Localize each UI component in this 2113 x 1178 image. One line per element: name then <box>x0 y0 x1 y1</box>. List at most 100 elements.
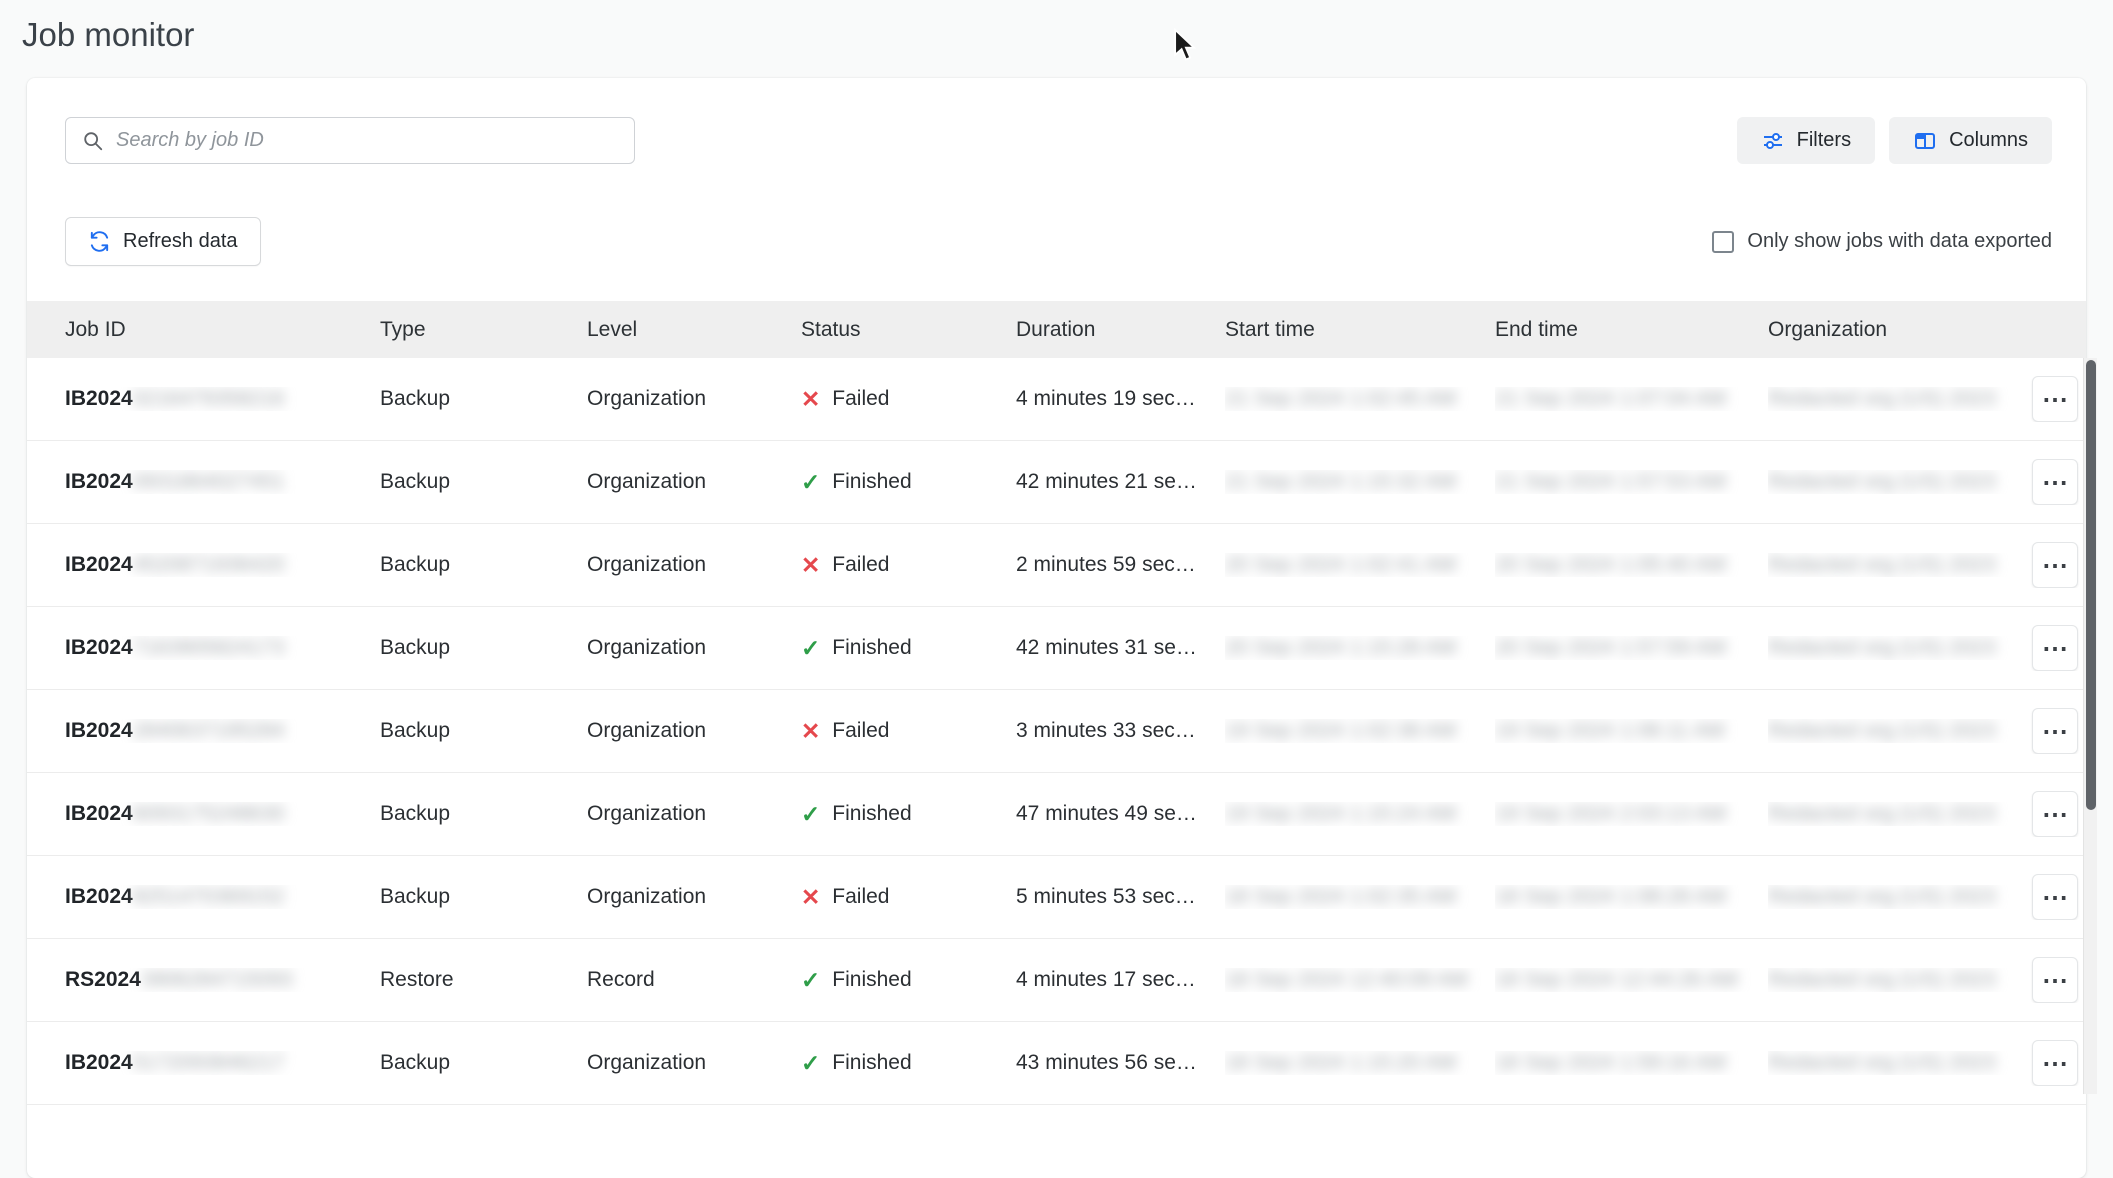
level-cell: Organization <box>587 885 801 909</box>
level-cell: Organization <box>587 719 801 743</box>
job-id-redacted: 2840637195284 <box>133 719 285 743</box>
status-label: Failed <box>832 553 889 577</box>
end-time-redacted: 19 Sep 2024 2:03:13 AM <box>1495 802 1726 826</box>
organization-cell: Redacted org (US) 2023 <box>1768 968 2030 992</box>
table-header: Job IDTypeLevelStatusDurationStart timeE… <box>27 301 2086 358</box>
start-time-redacted: 18 Sep 2024 1:02:35 AM <box>1225 885 1456 909</box>
row-actions-button[interactable]: ⋯ <box>2032 459 2078 505</box>
toolbar-row-1: Filters Columns <box>65 117 2052 164</box>
search-icon <box>82 130 104 152</box>
type-cell: Backup <box>380 1051 587 1075</box>
type-cell: Restore <box>380 968 587 992</box>
organization-cell: Redacted org (US) 2023 <box>1768 470 2030 494</box>
table-row: IB20248251470369152 Backup Organization … <box>27 856 2086 939</box>
actions-cell: ⋯ <box>2030 957 2086 1003</box>
start-time-cell: 21 Sep 2024 1:15:32 AM <box>1225 470 1495 494</box>
column-header: Type <box>380 318 587 342</box>
organization-cell: Redacted org (US) 2023 <box>1768 387 2030 411</box>
level-cell: Organization <box>587 553 801 577</box>
level-cell: Organization <box>587 802 801 826</box>
duration-cell: 4 minutes 17 sec… <box>1016 968 1225 992</box>
start-time-redacted: 19 Sep 2024 1:02:38 AM <box>1225 719 1456 743</box>
table-row: IB20246093175248630 Backup Organization … <box>27 773 2086 856</box>
job-id-redacted: 4520871936420 <box>133 553 285 577</box>
start-time-redacted: 21 Sep 2024 1:02:45 AM <box>1225 387 1456 411</box>
level-cell: Record <box>587 968 801 992</box>
actions-cell: ⋯ <box>2030 625 2086 671</box>
job-id-redacted: 6093175248630 <box>133 802 285 826</box>
organization-redacted: Redacted org (US) 2023 <box>1768 802 1996 826</box>
organization-cell: Redacted org (US) 2023 <box>1768 553 2030 577</box>
row-actions-button[interactable]: ⋯ <box>2032 874 2078 920</box>
filters-icon <box>1761 129 1785 153</box>
status-icon: ✕ <box>801 886 820 909</box>
row-actions-button[interactable]: ⋯ <box>2032 376 2078 422</box>
start-time-redacted: 20 Sep 2024 1:15:28 AM <box>1225 636 1456 660</box>
row-actions-button[interactable]: ⋯ <box>2032 542 2078 588</box>
job-id-prefix: RS2024 <box>65 968 141 991</box>
actions-cell: ⋯ <box>2030 708 2086 754</box>
filters-button-label: Filters <box>1797 129 1851 152</box>
refresh-data-button[interactable]: Refresh data <box>65 217 261 266</box>
search-input[interactable] <box>116 129 618 152</box>
column-header: Level <box>587 318 801 342</box>
level-cell: Organization <box>587 387 801 411</box>
organization-redacted: Redacted org (US) 2023 <box>1768 553 1996 577</box>
status-label: Finished <box>832 636 911 660</box>
start-time-cell: 18 Sep 2024 1:15:20 AM <box>1225 1051 1495 1075</box>
export-filter-label: Only show jobs with data exported <box>1747 230 2052 253</box>
start-time-redacted: 21 Sep 2024 1:15:32 AM <box>1225 470 1456 494</box>
table-row: IB20247163905824173 Backup Organization … <box>27 607 2086 690</box>
level-cell: Organization <box>587 1051 801 1075</box>
end-time-redacted: 18 Sep 2024 1:59:16 AM <box>1495 1051 1726 1075</box>
job-monitor-panel: Filters Columns Refresh data Only show j… <box>27 78 2086 1178</box>
row-actions-button[interactable]: ⋯ <box>2032 708 2078 754</box>
job-table: IB20240216479358216 Backup Organization … <box>27 358 2086 1105</box>
organization-redacted: Redacted org (US) 2023 <box>1768 885 1996 909</box>
job-id-redacted: 5172093846217 <box>133 1051 285 1075</box>
column-header: Job ID <box>65 318 380 342</box>
start-time-cell: 19 Sep 2024 1:02:38 AM <box>1225 719 1495 743</box>
search-box[interactable] <box>65 117 635 164</box>
status-icon: ✕ <box>801 554 820 577</box>
job-id-prefix: IB2024 <box>65 553 133 576</box>
row-actions-button[interactable]: ⋯ <box>2032 625 2078 671</box>
row-actions-button[interactable]: ⋯ <box>2032 957 2078 1003</box>
table-row: IB20240931864027451 Backup Organization … <box>27 441 2086 524</box>
status-label: Failed <box>832 885 889 909</box>
type-cell: Backup <box>380 470 587 494</box>
status-icon: ✓ <box>801 637 820 660</box>
filters-button[interactable]: Filters <box>1737 117 1875 164</box>
actions-cell: ⋯ <box>2030 376 2086 422</box>
type-cell: Backup <box>380 553 587 577</box>
type-cell: Backup <box>380 885 587 909</box>
status-cell: ✓Finished <box>801 968 1016 992</box>
row-actions-button[interactable]: ⋯ <box>2032 791 2078 837</box>
columns-button[interactable]: Columns <box>1889 117 2052 164</box>
scrollbar-thumb[interactable] <box>2086 360 2096 810</box>
end-time-redacted: 21 Sep 2024 1:57:53 AM <box>1495 470 1726 494</box>
export-filter-checkbox[interactable] <box>1712 231 1734 253</box>
start-time-cell: 20 Sep 2024 1:15:28 AM <box>1225 636 1495 660</box>
vertical-scrollbar[interactable] <box>2083 358 2097 1094</box>
actions-cell: ⋯ <box>2030 542 2086 588</box>
organization-redacted: Redacted org (US) 2023 <box>1768 387 1996 411</box>
start-time-redacted: 19 Sep 2024 1:15:24 AM <box>1225 802 1456 826</box>
job-id-prefix: IB2024 <box>65 470 133 493</box>
status-icon: ✓ <box>801 471 820 494</box>
end-time-redacted: 19 Sep 2024 1:06:11 AM <box>1495 719 1725 743</box>
status-cell: ✓Finished <box>801 1051 1016 1075</box>
job-id-prefix: IB2024 <box>65 802 133 825</box>
job-id-prefix: IB2024 <box>65 1051 133 1074</box>
status-label: Failed <box>832 387 889 411</box>
end-time-cell: 21 Sep 2024 1:57:53 AM <box>1495 470 1768 494</box>
status-cell: ✕Failed <box>801 387 1016 411</box>
actions-cell: ⋯ <box>2030 791 2086 837</box>
actions-cell: ⋯ <box>2030 459 2086 505</box>
column-header: Organization <box>1768 318 2030 342</box>
end-time-cell: 20 Sep 2024 1:05:40 AM <box>1495 553 1768 577</box>
start-time-cell: 20 Sep 2024 1:02:41 AM <box>1225 553 1495 577</box>
end-time-redacted: 18 Sep 2024 12:44:26 AM <box>1495 968 1738 992</box>
row-actions-button[interactable]: ⋯ <box>2032 1040 2078 1086</box>
status-cell: ✓ Finished <box>801 636 1016 660</box>
